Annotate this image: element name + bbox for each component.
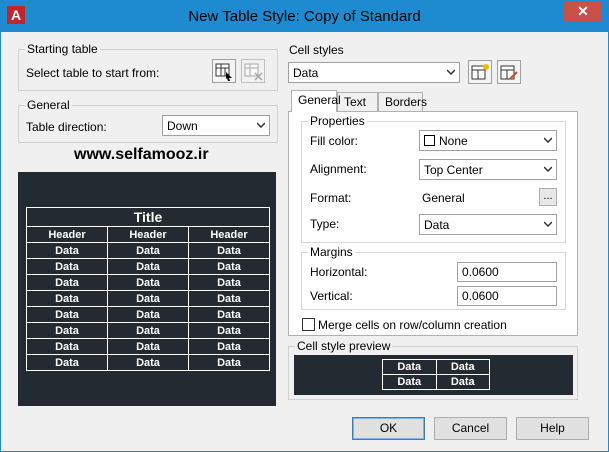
- table-select-icon: [215, 63, 232, 81]
- preview-data-cell: Data: [26, 258, 108, 275]
- preview-data-cell: Data: [107, 354, 189, 371]
- chevron-down-icon: [544, 137, 552, 143]
- help-button[interactable]: Help: [516, 417, 589, 440]
- chevron-down-icon: [257, 122, 265, 128]
- preview-data-cell: Data: [107, 274, 189, 291]
- new-cell-style-icon: [471, 64, 489, 80]
- horizontal-margin-input[interactable]: 0.0600: [457, 262, 557, 282]
- ok-button[interactable]: OK: [352, 417, 425, 440]
- preview-data-cell: Data: [188, 306, 270, 323]
- preview-data-cell: Data: [107, 242, 189, 259]
- cell-style-value: Data: [293, 66, 319, 80]
- select-table-button[interactable]: [212, 59, 236, 83]
- merge-cells-checkbox[interactable]: [302, 318, 315, 331]
- preview-data-cell: Data: [188, 290, 270, 307]
- format-browse-button[interactable]: ...: [539, 188, 557, 206]
- table-remove-icon: [244, 63, 263, 81]
- type-label: Type:: [310, 217, 340, 231]
- preview-table: Title Header Header Header Data Data Data Data D…: [26, 207, 270, 371]
- fill-color-label: Fill color:: [310, 134, 359, 148]
- format-label: Format:: [310, 191, 352, 205]
- preview-data-cell: Data: [26, 306, 108, 323]
- preview-data-cell: Data: [26, 338, 108, 355]
- cell-preview-cell: Data: [382, 374, 437, 390]
- format-value: General: [422, 191, 465, 205]
- chevron-down-icon: [544, 221, 552, 227]
- type-value: Data: [424, 218, 450, 232]
- preview-data-cell: Data: [188, 242, 270, 259]
- horizontal-margin-label: Horizontal:: [310, 265, 368, 279]
- preview-title-cell: Title: [26, 207, 270, 227]
- properties-group-label: Properties: [308, 114, 367, 128]
- manage-cell-styles-icon: [500, 65, 518, 80]
- preview-header-cell: Header: [26, 226, 108, 243]
- alignment-value: Top Center: [424, 163, 483, 177]
- starting-table-group: Starting table Select table to start fro…: [18, 42, 278, 91]
- watermark-text: www.selfamooz.ir: [74, 146, 209, 163]
- cell-preview-cell: Data: [435, 359, 490, 375]
- cell-style-select[interactable]: Data: [288, 62, 460, 83]
- fill-color-select[interactable]: None: [419, 130, 557, 151]
- preview-data-cell: Data: [26, 242, 108, 259]
- preview-data-cell: Data: [188, 354, 270, 371]
- table-style-preview: Title Header Header Header Data Data Data Data D…: [18, 172, 276, 406]
- cell-styles-label: Cell styles: [289, 43, 344, 57]
- preview-data-cell: Data: [107, 306, 189, 323]
- select-table-label: Select table to start from:: [26, 66, 160, 80]
- window-title: New Table Style: Copy of Standard: [188, 8, 421, 25]
- cell-preview-cell: Data: [382, 359, 437, 375]
- general-group: General Table direction: Down: [18, 98, 278, 143]
- preview-data-cell: Data: [26, 290, 108, 307]
- cancel-button[interactable]: Cancel: [434, 417, 507, 440]
- close-button[interactable]: ✕: [564, 1, 602, 22]
- cell-preview-table: Data Data Data Data: [382, 359, 490, 390]
- table-direction-value: Down: [167, 119, 198, 133]
- new-cell-style-button[interactable]: [468, 60, 492, 84]
- cell-style-preview-label: Cell style preview: [295, 339, 393, 353]
- vertical-margin-label: Vertical:: [310, 289, 353, 303]
- preview-header-cell: Header: [107, 226, 189, 243]
- dialog-window: A New Table Style: Copy of Standard ✕ St…: [0, 0, 609, 452]
- tab-general[interactable]: General: [291, 90, 341, 112]
- fill-color-swatch: [424, 135, 435, 146]
- tab-borders[interactable]: Borders: [378, 92, 427, 112]
- cell-style-preview: Data Data Data Data: [294, 355, 573, 395]
- fill-color-value: None: [439, 134, 468, 148]
- preview-data-cell: Data: [107, 322, 189, 339]
- general-group-label: General: [25, 98, 72, 112]
- alignment-label: Alignment:: [310, 162, 367, 176]
- chevron-down-icon: [447, 69, 455, 75]
- starting-table-group-label: Starting table: [25, 42, 100, 56]
- cell-style-preview-group: Cell style preview Data Data Data Data: [288, 339, 578, 400]
- table-direction-select[interactable]: Down: [162, 115, 270, 136]
- general-tab-panel: Properties Fill color: None Alignment: T…: [288, 111, 578, 336]
- chevron-down-icon: [544, 166, 552, 172]
- preview-data-cell: Data: [107, 338, 189, 355]
- margins-group-label: Margins: [308, 245, 355, 259]
- preview-data-cell: Data: [107, 258, 189, 275]
- preview-data-cell: Data: [188, 258, 270, 275]
- type-select[interactable]: Data: [419, 214, 557, 235]
- table-direction-label: Table direction:: [26, 120, 107, 134]
- preview-data-cell: Data: [188, 274, 270, 291]
- preview-header-cell: Header: [188, 226, 270, 243]
- merge-cells-label: Merge cells on row/column creation: [318, 318, 507, 332]
- preview-data-cell: Data: [188, 322, 270, 339]
- preview-data-cell: Data: [26, 274, 108, 291]
- margins-group: Margins Horizontal: 0.0600 Vertical: 0.0…: [301, 245, 566, 310]
- preview-data-cell: Data: [188, 338, 270, 355]
- preview-data-cell: Data: [107, 290, 189, 307]
- alignment-select[interactable]: Top Center: [419, 159, 557, 180]
- preview-data-cell: Data: [26, 354, 108, 371]
- manage-cell-styles-button[interactable]: [497, 60, 521, 84]
- tab-text[interactable]: Text: [337, 92, 378, 112]
- vertical-margin-input[interactable]: 0.0600: [457, 286, 557, 306]
- properties-group: Properties Fill color: None Alignment: T…: [301, 114, 566, 243]
- remove-table-button[interactable]: [241, 59, 265, 83]
- preview-data-cell: Data: [26, 322, 108, 339]
- title-bar: A New Table Style: Copy of Standard ✕: [1, 1, 608, 32]
- cell-preview-cell: Data: [435, 374, 490, 390]
